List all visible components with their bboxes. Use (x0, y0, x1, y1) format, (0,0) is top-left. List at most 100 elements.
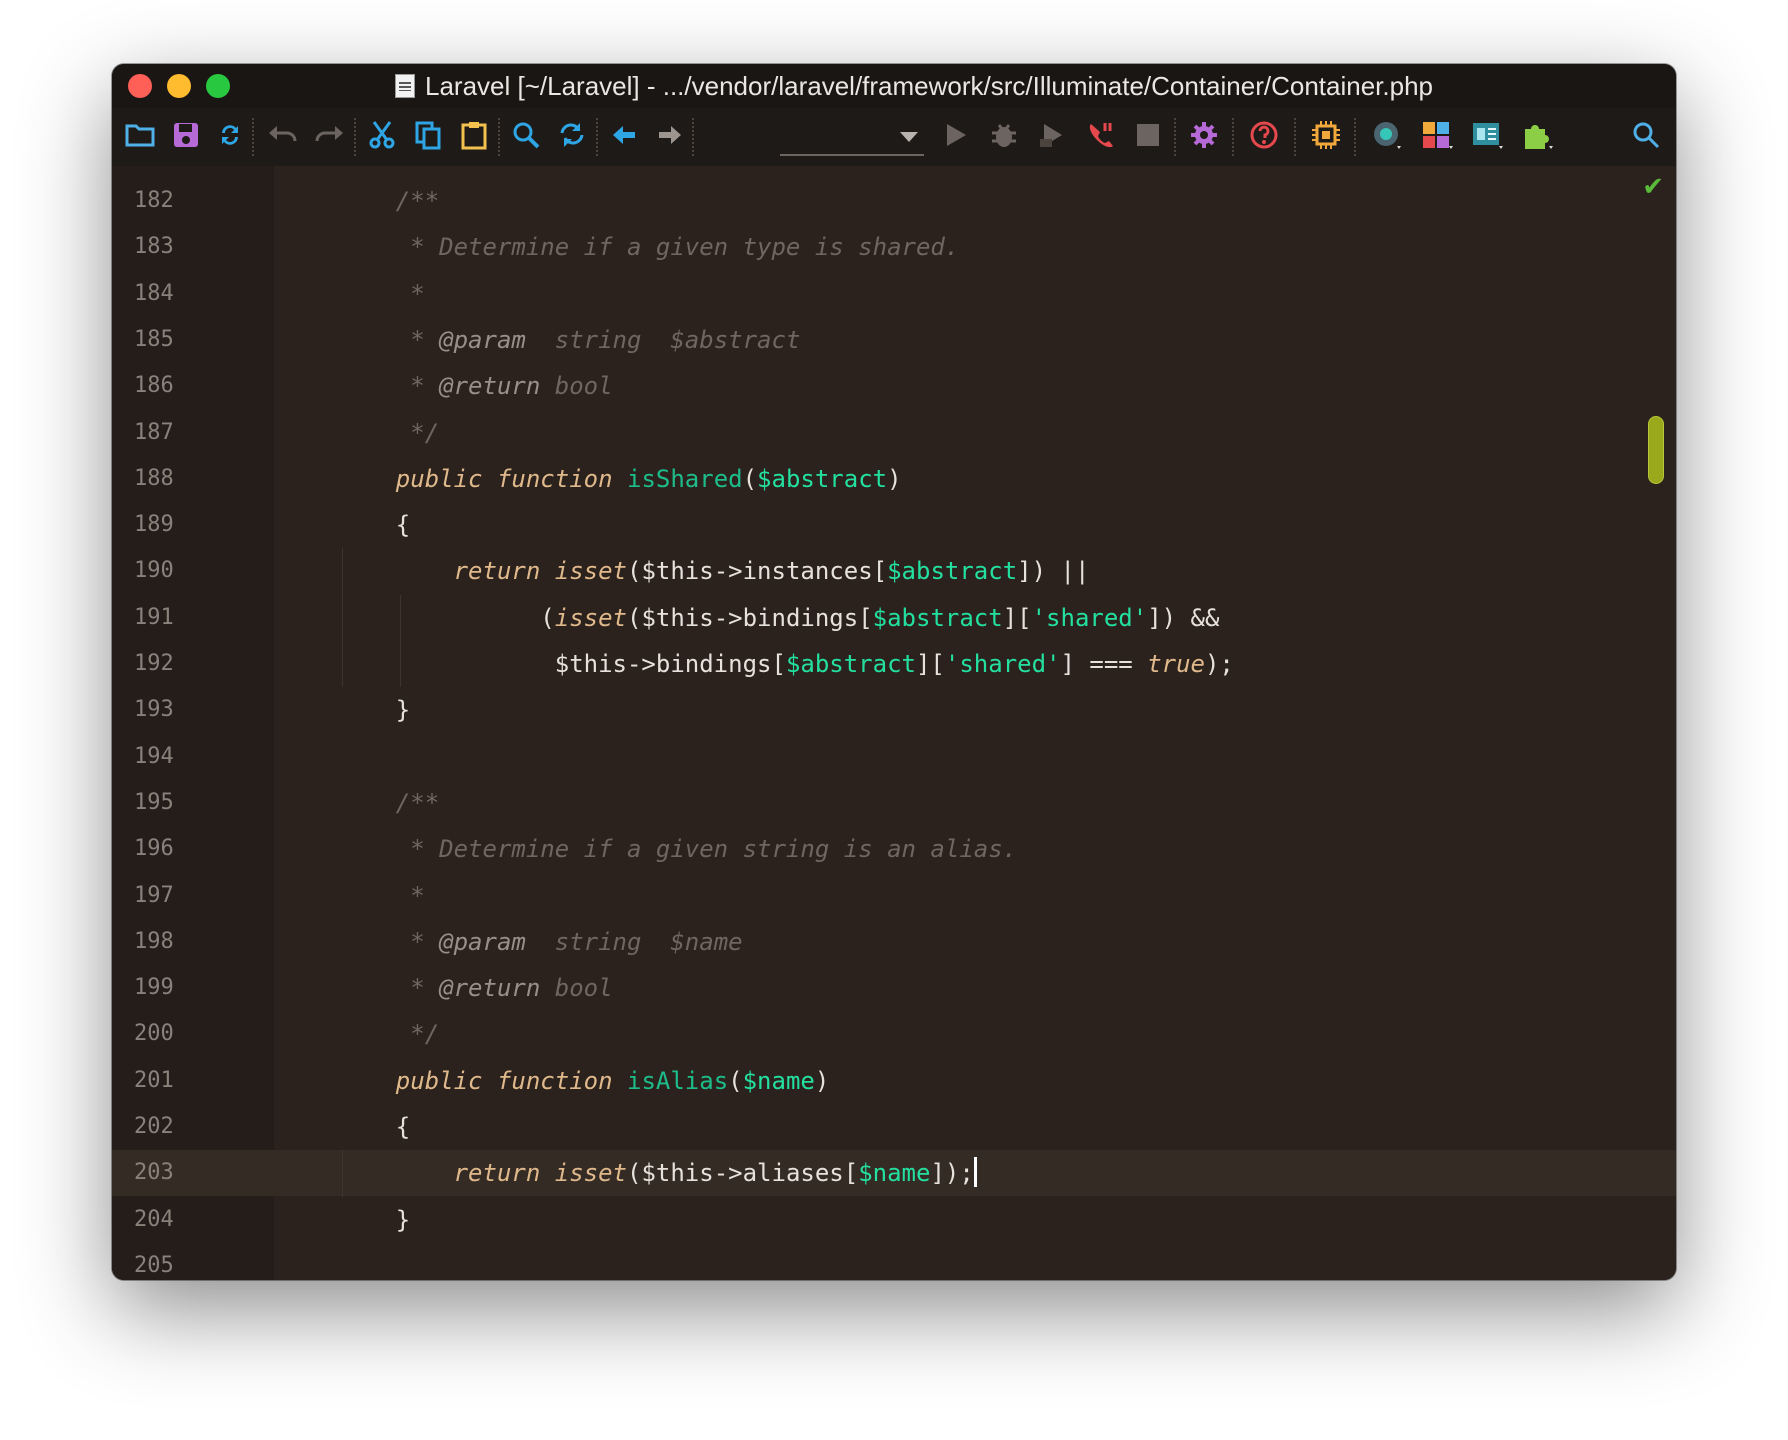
settings-icon[interactable] (1186, 116, 1222, 154)
run-config-dropdown[interactable] (780, 120, 924, 156)
code-token: string $abstract (525, 325, 801, 354)
code-token: ( (728, 1066, 743, 1095)
copy-icon[interactable] (410, 116, 446, 154)
code-line[interactable]: 202 { (112, 1104, 1676, 1150)
code-text: * (338, 271, 424, 317)
code-token: $abstract (887, 557, 1018, 586)
code-line[interactable]: 200 */ (112, 1011, 1676, 1057)
stop-icon[interactable] (1130, 116, 1166, 154)
vcs-icon[interactable] (1368, 116, 1408, 154)
code-line[interactable]: 194 (112, 734, 1676, 780)
cut-icon[interactable] (364, 116, 400, 154)
chevron-down-icon (900, 132, 918, 142)
line-number: 195 (134, 789, 174, 815)
sync-icon[interactable] (212, 116, 248, 154)
phone-icon[interactable] (1082, 116, 1118, 154)
code-editor[interactable]: 182 /** 183 * Determine if a given type i… (112, 166, 1676, 1280)
code-token: @param (439, 927, 526, 956)
code-line[interactable]: 186 * @return bool (112, 363, 1676, 409)
code-token: */ (338, 1020, 440, 1049)
code-line[interactable]: 198 * @param string $name (112, 919, 1676, 965)
code-line[interactable]: 205 (112, 1243, 1676, 1280)
code-token: ($this->bindings[ (627, 603, 873, 632)
code-line[interactable]: 199 * @return bool (112, 965, 1676, 1011)
code-line[interactable]: 187 */ (112, 410, 1676, 456)
close-window-button[interactable] (128, 74, 152, 98)
minimize-window-button[interactable] (167, 74, 191, 98)
code-token: @return (439, 974, 541, 1003)
save-icon[interactable] (168, 116, 204, 154)
open-folder-icon[interactable] (122, 116, 158, 154)
code-text: public function isAlias($name) (338, 1058, 830, 1104)
code-text: * Determine if a given string is an alia… (338, 826, 1017, 872)
coverage-icon[interactable] (1034, 116, 1070, 154)
plugin-icon[interactable] (1518, 116, 1558, 154)
code-text: * (338, 873, 425, 919)
code-text: * @return bool (338, 363, 612, 409)
line-number: 203 (134, 1160, 174, 1186)
line-number: 196 (134, 836, 174, 862)
code-text: { (338, 1104, 410, 1150)
maximize-window-button[interactable] (206, 74, 230, 98)
code-token: 'shared' (1031, 603, 1148, 632)
paste-icon[interactable] (456, 116, 492, 154)
cpu-icon[interactable] (1308, 116, 1344, 154)
code-line[interactable]: 190 return isset($this->instances[$abstr… (112, 548, 1676, 594)
code-token: $name (742, 1066, 815, 1095)
line-number: 198 (134, 928, 174, 954)
code-line[interactable]: 195 /** (112, 780, 1676, 826)
line-number: 187 (134, 419, 174, 445)
code-token: * (338, 881, 425, 910)
code-token: /** (395, 187, 440, 215)
help-icon[interactable] (1246, 116, 1282, 154)
code-token: $abstract (757, 464, 888, 493)
run-icon[interactable] (938, 116, 974, 154)
code-line[interactable]: 185 * @param string $abstract (112, 317, 1676, 363)
forward-arrow-icon[interactable] (652, 116, 688, 154)
code-token: isShared (627, 464, 743, 493)
code-text: /** (338, 780, 439, 826)
code-line[interactable]: 188 public function isShared($abstract) (112, 456, 1676, 502)
code-line[interactable]: 192 $this->bindings[$abstract]['shared']… (112, 641, 1676, 687)
code-text: /** (338, 178, 439, 224)
code-line[interactable]: 193 } (112, 687, 1676, 733)
find-icon[interactable] (508, 116, 544, 154)
redo-icon[interactable] (310, 116, 348, 154)
code-line[interactable]: 189 { (112, 502, 1676, 548)
indent-guide (342, 1150, 343, 1197)
code-line[interactable]: 183 * Determine if a given type is share… (112, 224, 1676, 270)
line-number: 197 (134, 882, 174, 908)
scrollbar-thumb[interactable] (1648, 416, 1664, 484)
undo-icon[interactable] (264, 116, 302, 154)
layout-icon[interactable] (1418, 116, 1458, 154)
code-token: * (338, 372, 440, 401)
code-token: * Determine if a given type is shared. (338, 233, 960, 262)
inspection-ok-icon[interactable]: ✔ (1642, 172, 1664, 202)
code-token: ][ (915, 650, 945, 678)
replace-icon[interactable] (554, 116, 590, 154)
debug-icon[interactable] (986, 116, 1022, 154)
code-line[interactable]: 204 } (112, 1197, 1676, 1243)
search-icon[interactable] (1628, 116, 1664, 154)
code-token: ($this->instances[ (627, 557, 888, 586)
code-line[interactable]: 182 /** (112, 178, 1676, 224)
line-number: 186 (134, 373, 174, 399)
line-number: 184 (134, 280, 174, 306)
code-line[interactable]: 196 * Determine if a given string is an … (112, 826, 1676, 872)
code-line[interactable]: 197 * (112, 873, 1676, 919)
code-line[interactable]: 184 * (112, 271, 1676, 317)
code-line[interactable]: 203 return isset($this->aliases[$name]); (112, 1150, 1676, 1197)
code-line[interactable]: 201 public function isAlias($name) (112, 1058, 1676, 1104)
line-number: 200 (134, 1021, 174, 1047)
presentation-icon[interactable] (1468, 116, 1508, 154)
line-number: 204 (134, 1206, 174, 1232)
title-bar: Laravel [~/Laravel] - .../vendor/laravel… (112, 64, 1676, 108)
code-line[interactable]: 191 (isset($this->bindings[$abstract]['s… (112, 595, 1676, 641)
code-token: isAlias (627, 1066, 729, 1095)
back-arrow-icon[interactable] (606, 116, 642, 154)
